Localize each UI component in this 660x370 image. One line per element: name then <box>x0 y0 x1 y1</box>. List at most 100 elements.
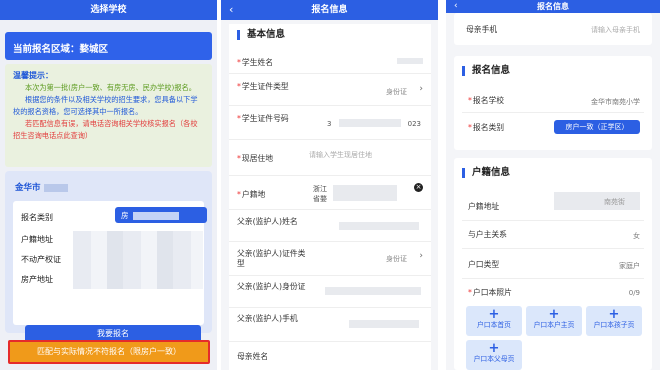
redacted-block <box>333 185 397 201</box>
upload-tile-label: 户口本户主页 <box>533 321 575 329</box>
enroll-type-label: *报名类别 <box>468 123 505 132</box>
hukou-type-label: 户口类型 <box>468 260 500 269</box>
chevron-right-icon: › <box>419 251 423 261</box>
father-name-row[interactable]: 父亲(监护人)姓名 <box>229 210 431 242</box>
hukou-place-label: *户籍地 <box>237 190 266 199</box>
property-address-label: 房产地址 <box>21 275 53 284</box>
upload-hukou-head-page[interactable]: + 户口本户主页 <box>526 306 582 336</box>
student-id-type-label: *学生证件类型 <box>237 82 289 91</box>
enroll-info-navbar-compact: ‹ 报名信息 <box>446 0 660 13</box>
redacted-block <box>132 212 179 220</box>
mother-name-label: 母亲姓名 <box>237 352 269 361</box>
father-id-type-row[interactable]: 父亲(监护人)证件类型 身份证 › <box>229 242 431 276</box>
school-details: 报名类别 房 户籍地址 不动产权证 房产地址 我要报名 <box>13 201 207 343</box>
enroll-type-value: 房 <box>121 211 129 220</box>
hukou-info-section-title: 户籍信息 <box>462 168 510 178</box>
divider <box>462 112 644 113</box>
divider <box>462 220 644 221</box>
upload-tile-label: 户口本孩子页 <box>593 321 635 329</box>
father-id-row[interactable]: 父亲(监护人)身份证 <box>229 276 431 308</box>
hukou-photo-label: *户口本照片 <box>468 288 512 297</box>
upload-tile-label: 户口本首页 <box>477 321 511 329</box>
redacted-block <box>43 183 68 192</box>
student-id-number-row[interactable]: *学生证件号码 3 023 <box>229 106 431 140</box>
basic-info-form: *学生姓名 *学生证件类型 身份证 › *学生证件号码 3 023 *现居住地 … <box>229 46 431 370</box>
enroll-school-label: *报名学校 <box>468 96 505 105</box>
plus-icon: + <box>488 341 500 356</box>
enroll-info-title: 报名信息 <box>311 5 348 15</box>
hukou-type-value: 家庭户 <box>619 262 640 270</box>
student-id-number-end: 023 <box>407 120 421 128</box>
mother-name-row[interactable]: 母亲姓名 <box>229 342 431 370</box>
redacted-block <box>339 119 401 127</box>
hukou-address-label: 户籍地址 <box>21 235 53 244</box>
student-id-type-value: 身份证 <box>386 88 407 96</box>
upload-hukou-first-page[interactable]: + 户口本首页 <box>466 306 522 336</box>
enroll-type-label: 报名类别 <box>21 213 53 222</box>
enroll-type-chip[interactable]: 房户一致（正学区） <box>554 120 640 134</box>
enroll-info-card: 报名信息 *报名学校 金华市南苑小学 *报名类别 房户一致（正学区） <box>454 56 652 150</box>
back-icon[interactable]: ‹ <box>454 0 458 13</box>
relation-value: 女 <box>633 232 640 240</box>
chevron-right-icon: › <box>419 84 423 94</box>
back-icon[interactable]: ‹ <box>229 0 233 20</box>
mother-phone-label: 母亲手机 <box>466 25 498 34</box>
basic-info-section-title: 基本信息 <box>237 30 285 40</box>
upload-hukou-parent-page[interactable]: + 户口本父母页 <box>466 340 522 370</box>
mother-phone-card: 母亲手机 请输入母亲手机 <box>454 13 652 45</box>
plus-icon: + <box>608 307 620 322</box>
student-name-row[interactable]: *学生姓名 <box>229 46 431 74</box>
property-cert-label: 不动产权证 <box>21 255 61 264</box>
relation-label: 与户主关系 <box>468 230 507 239</box>
enroll-info-screen: ‹ 报名信息 基本信息 *学生姓名 *学生证件类型 身份证 › *学生证件号码 … <box>221 0 438 370</box>
school-name: 金华市 <box>15 181 68 193</box>
upload-hukou-child-page[interactable]: + 户口本孩子页 <box>586 306 642 336</box>
enroll-info-navbar: ‹ 报名信息 <box>221 0 438 20</box>
plus-icon: + <box>488 307 500 322</box>
select-school-screen: 选择学校 当前报名区域：婺城区 温馨提示： 本次为第一批(房户一致、有房无房、民… <box>0 0 217 370</box>
father-id-label: 父亲(监护人)身份证 <box>237 282 306 291</box>
tips-title: 温馨提示： <box>13 71 53 80</box>
hukou-address-label: 户籍地址 <box>468 202 500 211</box>
enroll-type-chip: 房 <box>115 207 207 223</box>
current-residence-input[interactable]: 请输入学生现居住地 <box>309 150 372 160</box>
tips-paragraph-batch: 本次为第一批(房户一致、有房无房、民办学校)报名。 <box>25 83 196 92</box>
clear-icon[interactable]: × <box>414 183 423 192</box>
tips-paragraph-eligibility: 根据您的条件以及相关学校的招生要求，您具备以下学校的报名资格，您可选择其中一所报… <box>13 95 198 116</box>
photo-count: 0/9 <box>628 289 640 297</box>
redacted-block <box>349 320 419 328</box>
tips-paragraph-contact[interactable]: 若匹配信息有误，请电话咨询相关学校核实报名（各校招生咨询电话点此查询） <box>13 118 204 142</box>
hukou-address-value: 南苑街 <box>604 198 625 206</box>
plus-icon: + <box>548 307 560 322</box>
current-region-banner: 当前报名区域：婺城区 <box>5 32 212 60</box>
school-name-text: 金华市 <box>15 183 41 193</box>
redacted-details <box>73 231 203 289</box>
student-id-type-row[interactable]: *学生证件类型 身份证 › <box>229 74 431 106</box>
school-card: 金华市 报名类别 房 户籍地址 不动产权证 房产地址 我要报名 <box>5 171 212 343</box>
student-name-label: *学生姓名 <box>237 58 274 67</box>
father-id-type-label: 父亲(监护人)证件类型 <box>237 249 306 268</box>
select-school-title: 选择学校 <box>90 5 127 15</box>
tips-card: 温馨提示： 本次为第一批(房户一致、有房无房、民办学校)报名。 根据您的条件以及… <box>5 64 212 167</box>
father-phone-label: 父亲(监护人)手机 <box>237 314 298 323</box>
enroll-school-value: 金华市南苑小学 <box>591 98 640 106</box>
mother-phone-input[interactable]: 请输入母亲手机 <box>591 25 640 35</box>
redacted-block <box>397 58 423 64</box>
student-id-number-start: 3 <box>327 120 332 128</box>
select-school-navbar: 选择学校 <box>0 0 217 20</box>
father-name-label: 父亲(监护人)姓名 <box>237 217 298 226</box>
student-id-number-label: *学生证件号码 <box>237 114 289 123</box>
mismatch-enroll-button[interactable]: 匹配与实际情况不符报名（限房户一致） <box>8 340 210 364</box>
father-phone-row[interactable]: 父亲(监护人)手机 <box>229 308 431 342</box>
current-residence-row[interactable]: *现居住地 请输入学生现居住地 <box>229 140 431 176</box>
hukou-place-value-line1: 浙江 <box>313 185 327 193</box>
father-id-type-value: 身份证 <box>386 255 407 263</box>
current-residence-label: *现居住地 <box>237 154 274 163</box>
enroll-info-section-title: 报名信息 <box>462 66 510 76</box>
hukou-place-value-line2: 省婺 <box>313 195 327 203</box>
enroll-info-title: 报名信息 <box>537 2 569 11</box>
enroll-info-screen-scrolled: ‹ 报名信息 母亲手机 请输入母亲手机 报名信息 *报名学校 金华市南苑小学 *… <box>446 0 660 370</box>
hukou-place-row[interactable]: *户籍地 浙江 省婺 × <box>229 176 431 210</box>
redacted-block <box>325 287 421 295</box>
divider <box>462 248 644 249</box>
